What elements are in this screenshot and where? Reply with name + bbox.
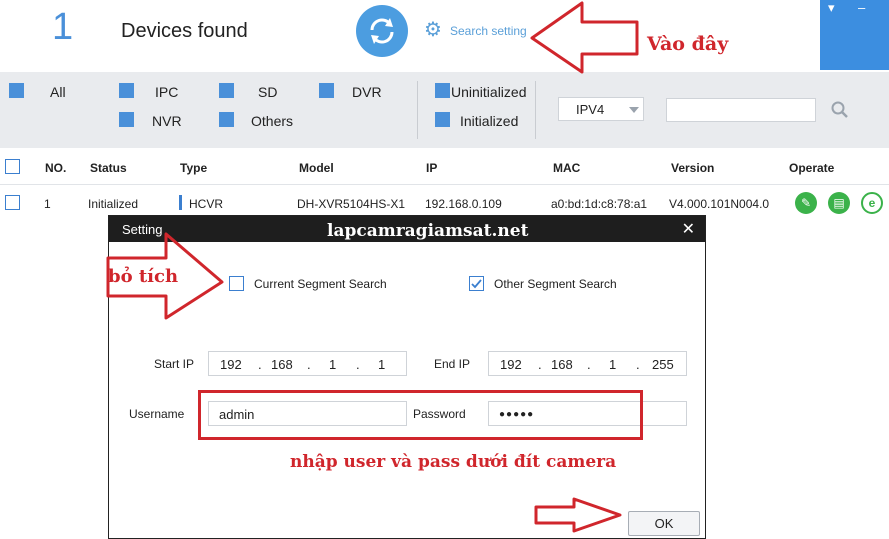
annotation-vao-day: Vào đây (647, 33, 729, 55)
annotation-bo-tich: bỏ tích (108, 266, 179, 287)
arrow-to-ok (534, 497, 622, 533)
annotation-nhap-user: nhập user và pass dưới đít camera (290, 452, 617, 472)
credentials-highlight-box (198, 390, 643, 440)
arrow-to-search-setting (530, 1, 639, 74)
